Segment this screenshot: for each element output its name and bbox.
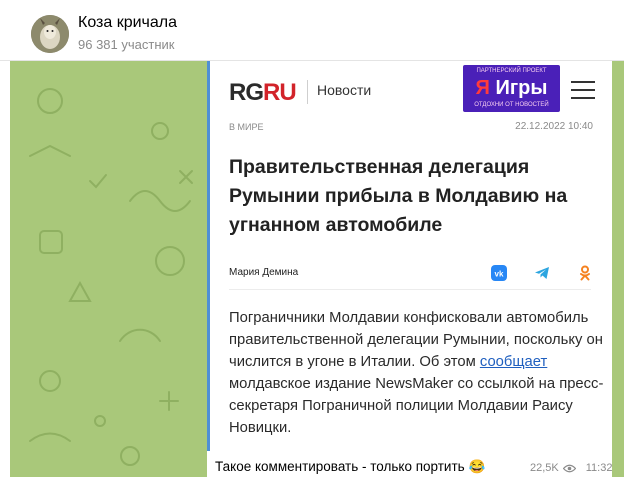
chat-header[interactable]: Коза кричала 96 381 участник xyxy=(0,0,624,61)
quote-bar xyxy=(207,61,210,451)
avatar[interactable] xyxy=(31,15,69,53)
message-time: 11:32 xyxy=(585,462,613,474)
odnoklassniki-icon xyxy=(577,265,593,281)
chat-title: Коза кричала xyxy=(78,14,178,31)
svg-text:vk: vk xyxy=(495,270,504,279)
article-headline: Правительственная делегация Румынии приб… xyxy=(229,156,568,236)
message-caption: Такое комментировать - только портить 😂 xyxy=(215,459,486,474)
ad-top-text: ПАРТНЕРСКИЙ ПРОЕКТ xyxy=(476,68,547,74)
ad-banner: ПАРТНЕРСКИЙ ПРОЕКТ Я Игры ОТДОХНИ ОТ НОВ… xyxy=(463,65,560,112)
vk-icon: vk xyxy=(491,265,507,281)
article-author: Мария Демина xyxy=(229,267,299,278)
section-label: Новости xyxy=(317,82,372,98)
member-count: 96 381 участник xyxy=(78,37,175,52)
author-divider xyxy=(229,289,591,290)
article-body: Пограничники Молдавии конфисковали автом… xyxy=(229,310,604,436)
message-meta: 22,5K 11:32 xyxy=(530,462,612,474)
article-date: 22.12.2022 10:40 xyxy=(515,121,593,132)
article-screenshot[interactable]: RGRU Новости ПАРТНЕРСКИЙ ПРОЕКТ Я Игры О… xyxy=(214,61,607,451)
rg-logo: RGRU xyxy=(229,79,297,106)
logo-divider xyxy=(307,80,308,104)
telegram-icon xyxy=(534,265,550,281)
view-count: 22,5K xyxy=(530,462,559,474)
ad-title: Я Игры xyxy=(475,77,548,99)
ad-bottom-text: ОТДОХНИ ОТ НОВОСТЕЙ xyxy=(474,102,549,108)
hamburger-menu-icon xyxy=(571,81,595,99)
eye-icon xyxy=(562,464,577,473)
source-link[interactable]: сообщает xyxy=(480,354,547,370)
article-rubric: В МИРЕ xyxy=(229,122,264,132)
